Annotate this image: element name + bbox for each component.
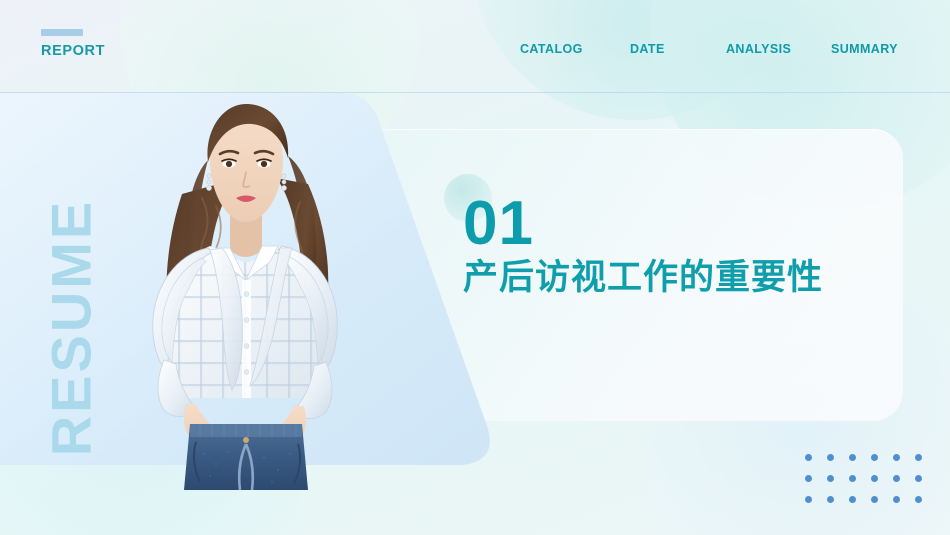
grid-dot xyxy=(827,496,834,503)
grid-dot xyxy=(827,454,834,461)
grid-dot xyxy=(805,496,812,503)
top-navigation: CATALOG DATE ANALYSIS SUMMARY xyxy=(520,42,915,58)
grid-dot xyxy=(849,454,856,461)
grid-dot xyxy=(805,475,812,482)
grid-dot xyxy=(871,454,878,461)
sidebar-vertical-label: RESUME xyxy=(39,198,103,457)
brand-label: REPORT xyxy=(41,43,106,59)
grid-dot xyxy=(893,496,900,503)
dot-grid-decoration xyxy=(805,454,937,517)
nav-item-analysis[interactable]: ANALYSIS xyxy=(726,42,831,58)
grid-dot xyxy=(849,496,856,503)
section-number: 01 xyxy=(463,189,534,258)
grid-dot xyxy=(805,454,812,461)
grid-dot xyxy=(849,475,856,482)
nav-item-summary[interactable]: SUMMARY xyxy=(831,42,903,58)
presentation-slide: REPORT CATALOG DATE ANALYSIS SUMMARY RES… xyxy=(0,0,950,535)
grid-dot xyxy=(915,496,922,503)
slide-header: REPORT CATALOG DATE ANALYSIS SUMMARY xyxy=(0,0,950,93)
brand: REPORT xyxy=(41,29,105,59)
nav-item-date[interactable]: DATE xyxy=(630,42,726,58)
person-photo xyxy=(112,98,377,490)
nav-item-catalog[interactable]: CATALOG xyxy=(520,42,630,58)
grid-dot xyxy=(893,454,900,461)
grid-dot xyxy=(915,454,922,461)
section-title: 产后访视工作的重要性 xyxy=(463,258,824,298)
grid-dot xyxy=(871,496,878,503)
grid-dot xyxy=(893,475,900,482)
header-divider xyxy=(0,92,950,93)
grid-dot xyxy=(827,475,834,482)
section-heading: 01 产后访视工作的重要性 xyxy=(463,189,824,298)
brand-accent-bar-icon xyxy=(41,29,83,36)
grid-dot xyxy=(871,475,878,482)
grid-dot xyxy=(915,475,922,482)
